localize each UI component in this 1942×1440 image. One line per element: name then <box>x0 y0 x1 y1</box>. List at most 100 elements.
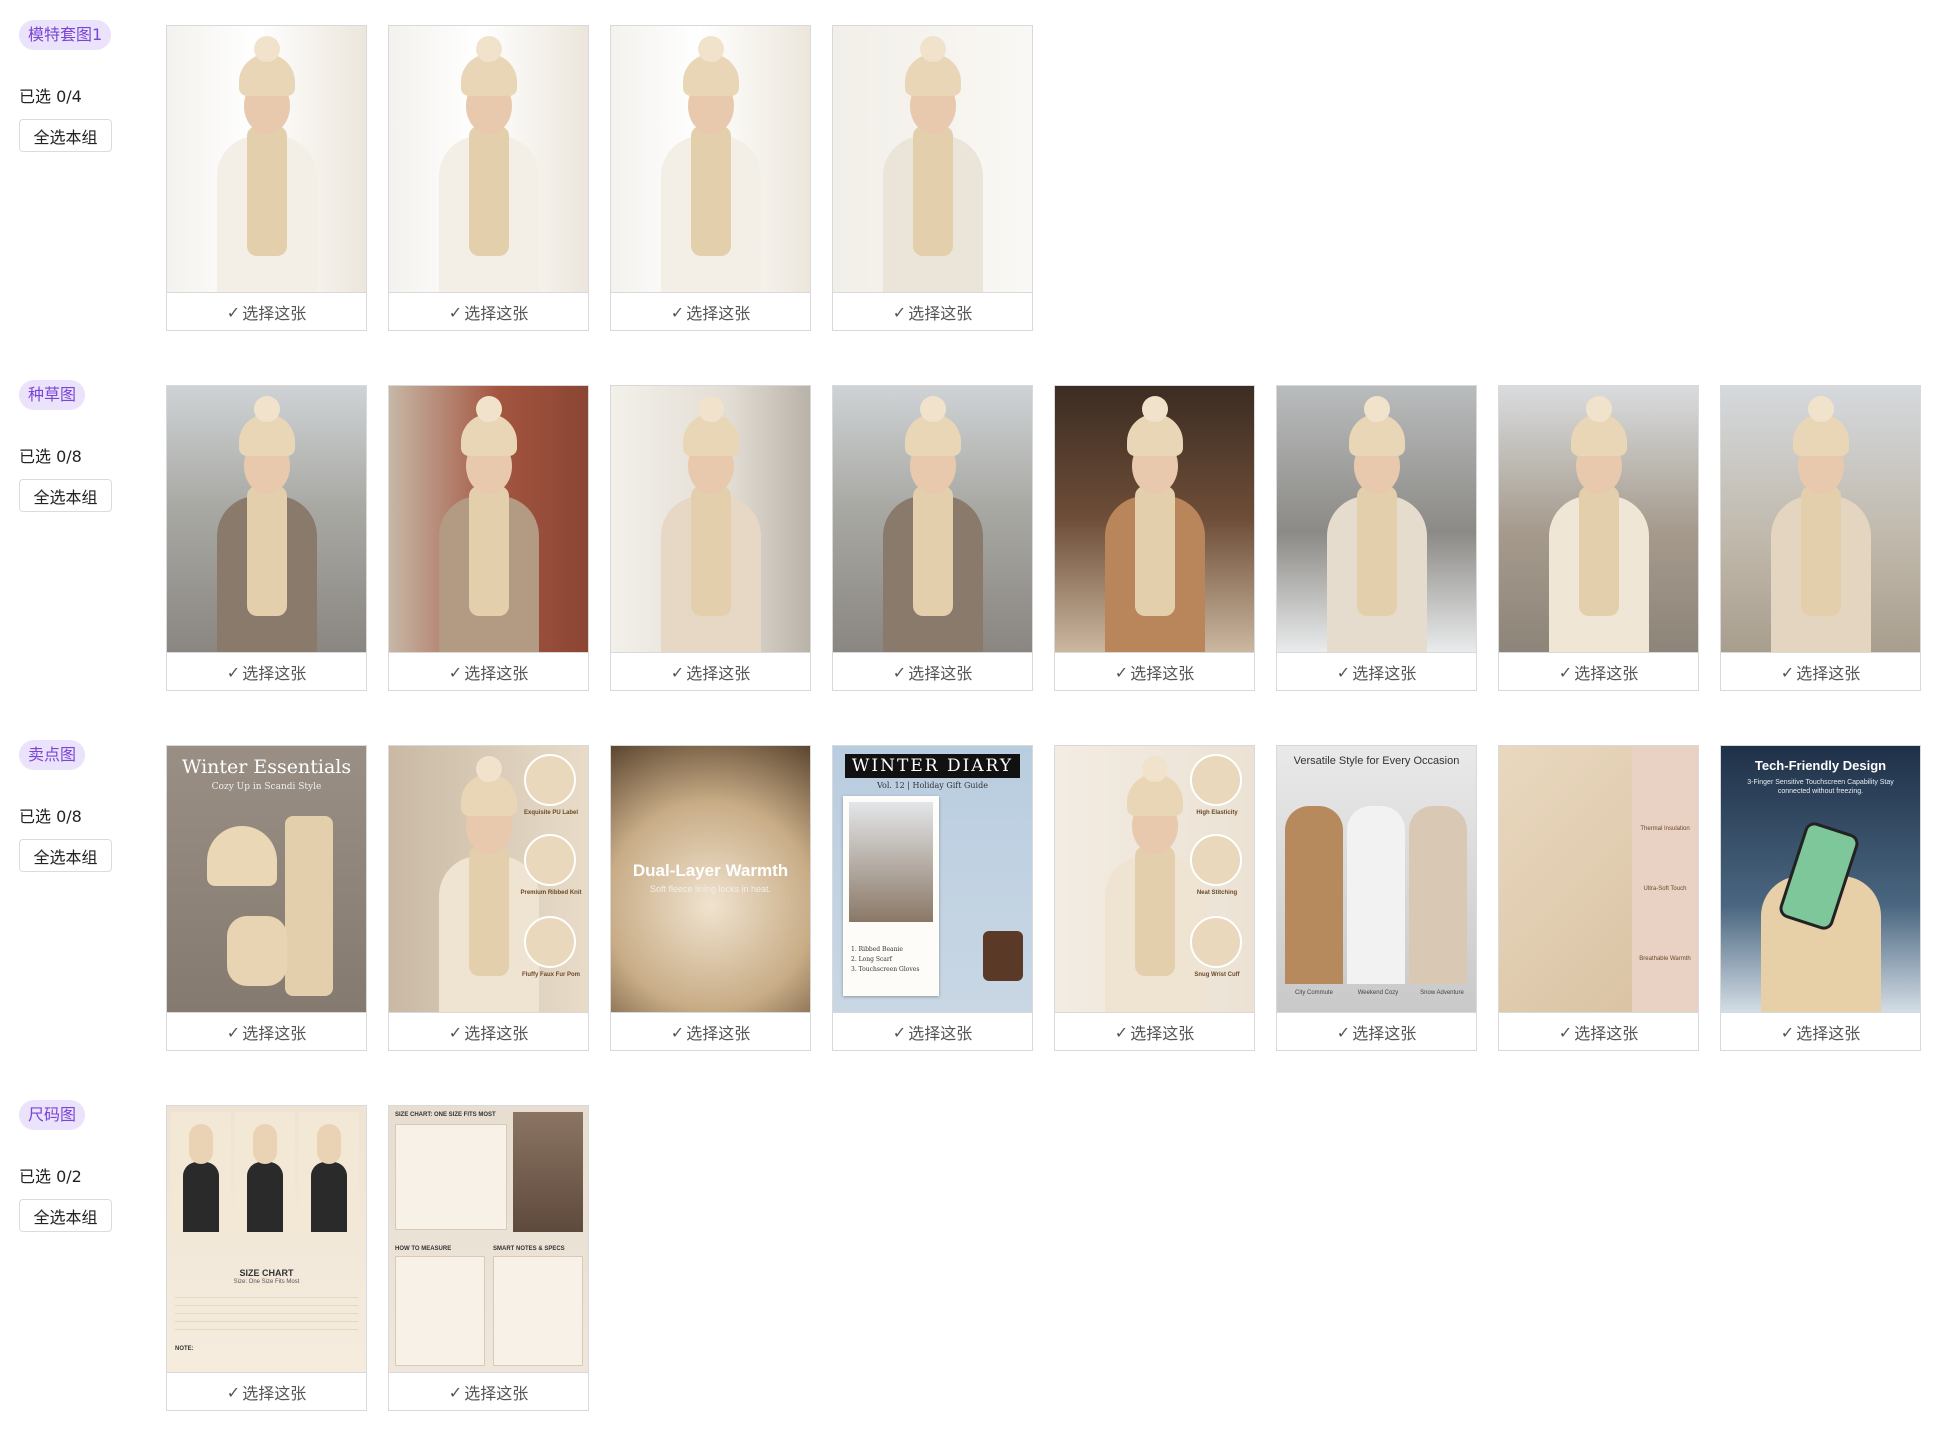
check-icon: ✓ <box>892 1022 907 1042</box>
card-thumbnail: Exquisite PU Label Premium Ribbed Knit Flu… <box>389 746 588 1012</box>
feature-label: Exquisite PU Label <box>523 810 578 816</box>
select-this-button[interactable]: ✓ 选择这张 <box>167 292 366 330</box>
select-this-label: 选择这张 <box>1130 1024 1195 1043</box>
card-thumbnail <box>1277 386 1476 652</box>
select-this-label: 选择这张 <box>1352 1024 1417 1043</box>
feature-label: High Elasticity <box>1196 810 1238 816</box>
overlay-subtitle: 3-Finger Sensitive Touchscreen Capabilit… <box>1747 779 1894 795</box>
model-figure <box>651 26 771 292</box>
select-this-button[interactable]: ✓ 选择这张 <box>389 1372 588 1410</box>
feature-label: Breathable Warmth <box>1639 956 1691 962</box>
select-this-label: 选择这张 <box>242 1384 307 1403</box>
feature-label: Ultra-Soft Touch <box>1643 886 1687 892</box>
check-icon: ✓ <box>226 302 241 322</box>
card-list: SIZE CHART Size: One Size Fits Most NOTE: ✓… <box>166 1105 589 1411</box>
select-this-button[interactable]: ✓ 选择这张 <box>611 1012 810 1050</box>
select-this-button[interactable]: ✓ 选择这张 <box>1721 652 1920 690</box>
diary-list-item: 2. Long Scarf <box>851 956 892 963</box>
model-figure <box>873 26 993 292</box>
card-thumbnail <box>1721 386 1920 652</box>
size-chart-subtitle: Size: One Size Fits Most <box>233 1279 300 1285</box>
group-tag: 种草图 <box>19 380 86 410</box>
select-this-label: 选择这张 <box>464 1024 529 1043</box>
card-list: Winter Essentials Cozy Up in Scandi Style… <box>166 745 1921 1051</box>
card-thumbnail <box>167 386 366 652</box>
group-sidebar: 种草图 已选 0/8 全选本组 <box>19 380 149 512</box>
card-thumbnail <box>389 26 588 292</box>
card-thumbnail <box>611 26 810 292</box>
select-this-label: 选择这张 <box>1796 664 1861 683</box>
select-this-button[interactable]: ✓ 选择这张 <box>833 292 1032 330</box>
select-this-button[interactable]: ✓ 选择这张 <box>167 652 366 690</box>
group-tag: 模特套图1 <box>19 20 112 50</box>
card-thumbnail: High Elasticity Neat Stitching Snug Wrist … <box>1055 746 1254 1012</box>
occasion-label: Weekend Cozy <box>1357 990 1399 996</box>
select-all-button[interactable]: 全选本组 <box>19 839 112 872</box>
check-icon: ✓ <box>892 662 907 682</box>
card-thumbnail <box>611 386 810 652</box>
group-sidebar: 尺码图 已选 0/2 全选本组 <box>19 1100 149 1232</box>
check-icon: ✓ <box>1558 1022 1573 1042</box>
card-thumbnail: SIZE CHART: ONE SIZE FITS MOST HOW TO MEA… <box>389 1106 588 1372</box>
select-all-button[interactable]: 全选本组 <box>19 1199 112 1232</box>
select-this-label: 选择这张 <box>686 664 751 683</box>
select-this-button[interactable]: ✓ 选择这张 <box>389 1012 588 1050</box>
select-this-button[interactable]: ✓ 选择这张 <box>389 292 588 330</box>
check-icon: ✓ <box>448 302 463 322</box>
card-thumbnail: Versatile Style for Every Occasion City C… <box>1277 746 1476 1012</box>
image-card: ✓ 选择这张 <box>832 385 1033 691</box>
measure-heading: HOW TO MEASURE <box>395 1246 452 1252</box>
image-card: Exquisite PU Label Premium Ribbed Knit Flu… <box>388 745 589 1051</box>
select-this-label: 选择这张 <box>242 664 307 683</box>
select-this-label: 选择这张 <box>1574 664 1639 683</box>
image-card: SIZE CHART: ONE SIZE FITS MOST HOW TO MEA… <box>388 1105 589 1411</box>
select-this-button[interactable]: ✓ 选择这张 <box>1055 1012 1254 1050</box>
select-this-button[interactable]: ✓ 选择这张 <box>1499 1012 1698 1050</box>
select-this-button[interactable]: ✓ 选择这张 <box>1277 1012 1476 1050</box>
image-card: ✓ 选择这张 <box>388 385 589 691</box>
select-this-button[interactable]: ✓ 选择这张 <box>1721 1012 1920 1050</box>
select-this-button[interactable]: ✓ 选择这张 <box>611 652 810 690</box>
model-figure <box>1317 386 1437 652</box>
card-thumbnail: Thermal Insulation Ultra-Soft Touch Breath… <box>1499 746 1698 1012</box>
check-icon: ✓ <box>226 1022 241 1042</box>
overlay-title: Dual-Layer Warmth <box>632 861 789 880</box>
feature-label: Neat Stitching <box>1196 890 1238 896</box>
check-icon: ✓ <box>892 302 907 322</box>
image-card: Thermal Insulation Ultra-Soft Touch Breath… <box>1498 745 1699 1051</box>
select-all-button[interactable]: 全选本组 <box>19 119 112 152</box>
model-figure <box>873 386 993 652</box>
size-chart-title: SIZE CHART <box>239 1268 294 1278</box>
select-this-label: 选择这张 <box>1352 664 1417 683</box>
check-icon: ✓ <box>1336 1022 1351 1042</box>
select-this-button[interactable]: ✓ 选择这张 <box>1499 652 1698 690</box>
image-card: ✓ 选择这张 <box>1054 385 1255 691</box>
feature-label: Snug Wrist Cuff <box>1194 972 1240 978</box>
image-card: Winter Essentials Cozy Up in Scandi Style… <box>166 745 367 1051</box>
card-thumbnail <box>1055 386 1254 652</box>
card-thumbnail <box>389 386 588 652</box>
select-this-button[interactable]: ✓ 选择这张 <box>167 1372 366 1410</box>
overlay-subtitle: Vol. 12 | Holiday Gift Guide <box>877 781 988 790</box>
select-this-button[interactable]: ✓ 选择这张 <box>611 292 810 330</box>
image-card: ✓ 选择这张 <box>166 25 367 331</box>
image-card: Dual-Layer Warmth Soft fleece lining lock… <box>610 745 811 1051</box>
select-this-button[interactable]: ✓ 选择这张 <box>1055 652 1254 690</box>
diary-list-item: 1. Ribbed Beanie <box>851 946 903 953</box>
specs-heading: SMART NOTES & SPECS <box>493 1246 565 1252</box>
select-this-label: 选择这张 <box>1130 664 1195 683</box>
select-this-button[interactable]: ✓ 选择这张 <box>389 652 588 690</box>
select-this-button[interactable]: ✓ 选择这张 <box>1277 652 1476 690</box>
image-card: WINTER DIARY Vol. 12 | Holiday Gift Guide… <box>832 745 1033 1051</box>
occasion-label: City Commute <box>1294 990 1333 996</box>
check-icon: ✓ <box>670 1022 685 1042</box>
select-this-label: 选择这张 <box>464 1384 529 1403</box>
select-this-button[interactable]: ✓ 选择这张 <box>833 1012 1032 1050</box>
card-list: ✓ 选择这张 ✓ 选择这张 ✓ 选择这张 ✓ 选择这张 <box>166 25 1033 331</box>
overlay-title: Winter Essentials <box>181 756 352 778</box>
select-this-button[interactable]: ✓ 选择这张 <box>833 652 1032 690</box>
select-all-button[interactable]: 全选本组 <box>19 479 112 512</box>
select-this-button[interactable]: ✓ 选择这张 <box>167 1012 366 1050</box>
overlay-subtitle: Cozy Up in Scandi Style <box>211 782 322 792</box>
overlay-title: Tech-Friendly Design <box>1754 758 1887 773</box>
